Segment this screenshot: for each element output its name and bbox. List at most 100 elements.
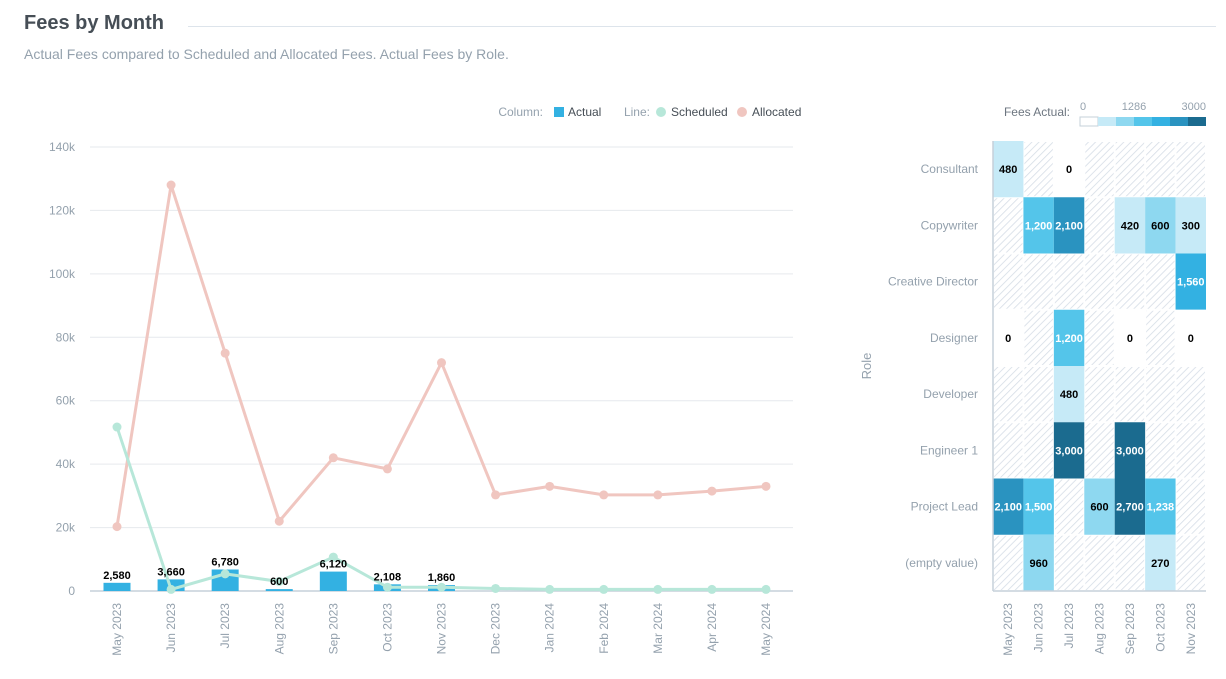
heatmap-cell-empty [1115, 535, 1145, 590]
heatmap-cell-empty [1024, 367, 1053, 422]
y-tick-label: 40k [56, 457, 76, 471]
heatmap-cell-empty [994, 198, 1023, 253]
point-scheduled[interactable] [707, 584, 717, 594]
point-scheduled[interactable] [220, 569, 230, 579]
x-tick-label: Nov 2023 [435, 603, 449, 655]
heatmap-cell-empty [1054, 254, 1084, 309]
x-tick-label: Sep 2023 [326, 603, 340, 655]
point-scheduled[interactable] [491, 583, 501, 593]
bar-actual[interactable] [103, 582, 131, 591]
heatmap-cell-label: 480 [999, 164, 1017, 176]
heatmap-y-axis-title: Role [859, 353, 874, 380]
x-tick-label: Dec 2023 [489, 603, 503, 655]
heatmap-cell-empty [1054, 479, 1084, 534]
heatmap-cell-empty [1146, 367, 1175, 422]
point-allocated[interactable] [437, 358, 446, 368]
heatmap-legend-swatch [1134, 117, 1152, 126]
bar-actual[interactable] [265, 589, 293, 591]
heatmap-cell-empty [1176, 479, 1205, 534]
heatmap-col-label: Aug 2023 [1093, 603, 1107, 655]
heatmap-cell-empty [1146, 423, 1175, 478]
x-tick-label: Mar 2024 [651, 603, 665, 654]
heatmap-col-label: May 2023 [1001, 603, 1015, 656]
point-allocated[interactable] [328, 453, 338, 463]
heatmap-cell-empty [1115, 367, 1145, 422]
heatmap-cell-label: 960 [1029, 558, 1047, 570]
point-scheduled[interactable] [112, 422, 122, 432]
bar-data-label: 1,860 [428, 572, 456, 584]
heatmap-row-label: (empty value) [905, 556, 978, 570]
point-allocated[interactable] [599, 490, 609, 500]
point-scheduled[interactable] [599, 584, 609, 594]
heatmap-legend-tick: 0 [1080, 101, 1086, 113]
point-allocated[interactable] [112, 522, 122, 532]
heatmap-cell-label: 3,000 [1055, 445, 1083, 457]
page-title: Fees by Month [24, 12, 165, 34]
heatmap-col-label: Sep 2023 [1123, 603, 1137, 655]
point-allocated[interactable] [761, 481, 771, 491]
heatmap-cell-empty [1176, 535, 1205, 590]
x-tick-label: Aug 2023 [272, 603, 286, 655]
heatmap-cell-label: 600 [1151, 220, 1169, 232]
heatmap-cell-label: 420 [1121, 220, 1139, 232]
point-allocated[interactable] [545, 481, 555, 491]
heatmap-cell-label: 270 [1151, 558, 1169, 570]
page-subtitle: Actual Fees compared to Scheduled and Al… [24, 46, 509, 62]
heatmap-cell-empty [1146, 142, 1175, 197]
bar-data-label: 2,580 [103, 570, 131, 582]
heatmap-col-label: Jul 2023 [1062, 603, 1076, 649]
x-tick-label: Jul 2023 [218, 603, 232, 649]
point-allocated[interactable] [653, 490, 663, 500]
x-tick-label: May 2023 [110, 603, 124, 656]
heatmap-cell-label: 2,100 [994, 502, 1022, 514]
bar-actual[interactable] [319, 571, 347, 591]
point-allocated[interactable] [220, 348, 230, 358]
point-allocated[interactable] [707, 486, 717, 496]
chart-legend: Column: Actual Line: Scheduled Allocated [498, 105, 801, 119]
y-tick-label: 100k [49, 267, 76, 281]
heatmap-cell-label: 1,200 [1055, 333, 1083, 345]
heatmap-cell-empty [1176, 423, 1205, 478]
bar-data-label: 6,120 [320, 559, 348, 571]
heatmap-cell-empty [1115, 142, 1145, 197]
legend-column-label: Column: [498, 105, 543, 119]
heatmap-row-label: Project Lead [911, 500, 978, 514]
point-allocated[interactable] [491, 490, 501, 500]
point-allocated[interactable] [274, 516, 284, 526]
y-tick-label: 20k [56, 521, 76, 535]
heatmap-cell-label: 480 [1060, 389, 1078, 401]
point-allocated[interactable] [382, 464, 392, 474]
heatmap-cell-label: 300 [1182, 220, 1200, 232]
heatmap-cell-label: 2,700 [1116, 502, 1144, 514]
heatmap-cell-empty [1146, 254, 1175, 309]
point-scheduled[interactable] [166, 584, 176, 594]
point-scheduled[interactable] [545, 584, 555, 594]
title-divider [188, 26, 1216, 27]
heatmap-row-label: Engineer 1 [920, 443, 978, 457]
heatmap-legend-swatch [1170, 117, 1188, 126]
heatmap-cell-empty [1085, 535, 1114, 590]
heatmap-cell-label: 0 [1005, 333, 1011, 345]
heatmap-legend-tick: 1286 [1122, 101, 1146, 113]
heatmap-cell-empty [1085, 310, 1114, 365]
heatmap-cell-empty [1085, 198, 1114, 253]
heatmap-col-label: Oct 2023 [1153, 603, 1167, 652]
x-tick-label: Jun 2023 [164, 603, 178, 653]
point-allocated[interactable] [166, 180, 176, 190]
heatmap-cell-label: 2,100 [1055, 220, 1083, 232]
heatmap-cell-empty [1024, 423, 1053, 478]
bar-data-label: 600 [270, 576, 288, 588]
heatmap-cell-label: 0 [1188, 333, 1194, 345]
legend-allocated-swatch [737, 107, 747, 117]
y-tick-label: 0 [68, 584, 75, 598]
heatmap-cell-label: 0 [1127, 333, 1133, 345]
point-scheduled[interactable] [382, 582, 392, 592]
point-scheduled[interactable] [653, 584, 663, 594]
heatmap-cell-empty [1085, 254, 1114, 309]
legend-actual-swatch [554, 107, 564, 117]
bar-data-label: 2,108 [374, 571, 402, 583]
heatmap-legend-swatch [1116, 117, 1134, 126]
point-scheduled[interactable] [761, 584, 771, 594]
heatmap-cell-empty [1176, 142, 1205, 197]
heatmap-legend-swatch [1079, 116, 1099, 127]
